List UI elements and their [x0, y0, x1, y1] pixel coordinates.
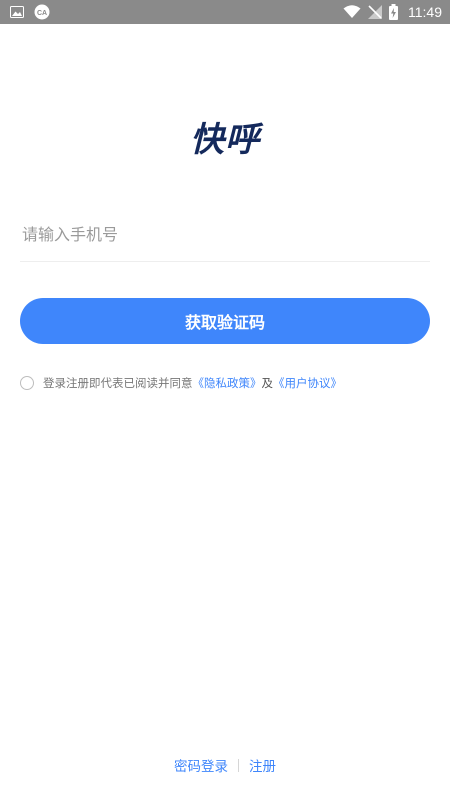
phone-input[interactable]: [20, 208, 430, 261]
footer-links: 密码登录 注册: [0, 754, 450, 776]
user-agreement-link[interactable]: 《用户协议》: [273, 375, 342, 391]
status-right-icons: 11:49: [343, 4, 442, 20]
footer-divider: [238, 758, 239, 772]
status-left-icons: CA: [10, 4, 50, 20]
agreement-conjunction: 及: [261, 376, 274, 390]
cast-icon: CA: [34, 4, 50, 20]
phone-input-row: [20, 208, 430, 262]
password-login-link[interactable]: 密码登录: [174, 755, 228, 775]
register-link[interactable]: 注册: [249, 755, 276, 775]
status-bar: CA 11:49: [0, 0, 450, 24]
get-code-button[interactable]: 获取验证码: [20, 298, 430, 344]
agreement-checkbox[interactable]: [20, 376, 34, 390]
svg-text:CA: CA: [37, 10, 47, 17]
agreement-text: 登录注册即代表已阅读并同意: [43, 376, 193, 390]
battery-charging-icon: [389, 4, 398, 20]
no-signal-icon: [367, 4, 383, 20]
wifi-icon: [343, 5, 361, 19]
image-icon: [10, 6, 24, 18]
status-time: 11:49: [408, 4, 442, 20]
app-logo: 快呼: [190, 120, 260, 160]
agreement-row: 登录注册即代表已阅读并同意 《隐私政策》 及 《用户协议》: [20, 375, 440, 391]
privacy-policy-link[interactable]: 《隐私政策》: [193, 375, 262, 391]
